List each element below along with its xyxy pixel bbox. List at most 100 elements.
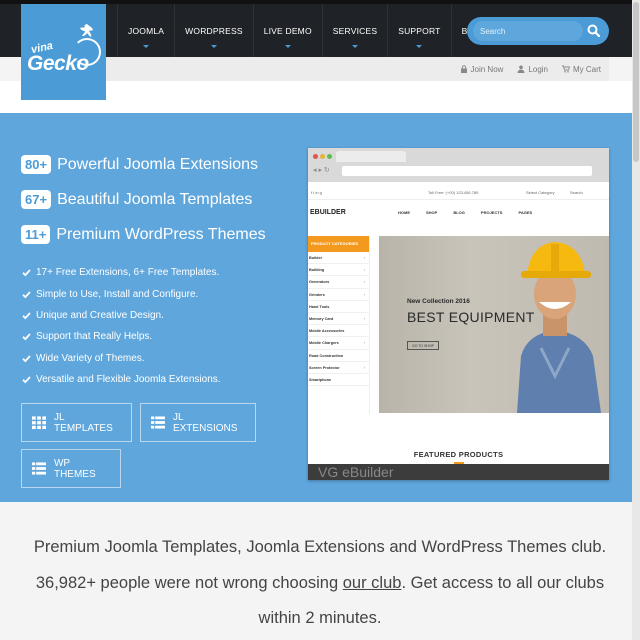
nav-item-services[interactable]: SERVICES (321, 4, 387, 57)
maximize-dot (327, 154, 332, 159)
grid-icon (32, 416, 47, 430)
nav-item-live-demo[interactable]: LIVE DEMO (252, 4, 322, 57)
logo-text-gecko: Gecko (27, 52, 89, 75)
preview-sidebar-item: Grinders › (308, 289, 369, 301)
preview-sidebar-item: Hand Tools (308, 301, 369, 313)
preview-sidebar-item: Smartphone (308, 374, 369, 387)
check-icon (22, 355, 31, 363)
preview-sidebar-title: PRODUCT CATEGORIES (308, 236, 369, 252)
preview-banner: New Collection 2016 BEST EQUIPMENT GO TO… (379, 236, 609, 413)
caret-down-icon (416, 45, 423, 48)
stat-text: Beautiful Joomla Templates (57, 190, 253, 208)
preview-menu-item: SHOP (426, 210, 438, 215)
nav-item-support[interactable]: SUPPORT (387, 4, 450, 57)
check-icon (22, 269, 31, 277)
feature-item: Wide Variety of Themes. (22, 348, 221, 369)
button-label: WP THEMES (53, 457, 96, 480)
login-link[interactable]: Login (517, 65, 548, 74)
scrollbar-thumb[interactable] (633, 2, 639, 162)
join-now-label: Join Now (470, 64, 504, 74)
template-preview[interactable]: ◂ ▸ ↻ f t in g Toll Free: (+00) 123.456.… (308, 148, 609, 480)
nav-label: SERVICES (332, 25, 378, 36)
preview-sidebar-item: Road Construction (308, 350, 369, 362)
nav-label: JOOMLA (128, 25, 165, 36)
feature-text: Wide Variety of Themes. (36, 352, 145, 364)
stat-extensions: 80+ Powerful Joomla Extensions (21, 155, 258, 174)
feature-text: Support that Really Helps. (36, 331, 153, 343)
wp-themes-button[interactable]: WP THEMES (21, 449, 121, 488)
nav-label: SUPPORT (398, 25, 441, 36)
jl-extensions-button[interactable]: JL EXTENSIONS (140, 403, 256, 442)
caret-down-icon (352, 45, 358, 48)
user-icon (517, 65, 525, 73)
feature-text: Simple to Use, Install and Configure. (36, 288, 199, 300)
preview-menu: HOME SHOP BLOG PROJECTS PAGES (398, 210, 532, 215)
browser-chrome: ◂ ▸ ↻ (308, 148, 609, 182)
stat-text: Powerful Joomla Extensions (57, 155, 259, 173)
preview-menu-item: PROJECTS (480, 210, 503, 215)
feature-item: 17+ Free Extensions, 6+ Free Templates. (22, 262, 221, 283)
stat-templates: 67+ Beautiful Joomla Templates (21, 190, 252, 209)
minimize-dot (320, 154, 325, 159)
cart-icon (562, 65, 570, 73)
button-label: JL TEMPLATES (54, 411, 113, 434)
featured-products-heading: FEATURED PRODUCTS (413, 450, 504, 459)
page-scrollbar[interactable] (632, 0, 640, 640)
nav-label: WORDPRESS (185, 25, 243, 36)
tagline-line3: within 2 minutes. (258, 609, 382, 627)
feature-text: 17+ Free Extensions, 6+ Free Templates. (36, 267, 220, 279)
cart-link[interactable]: My Cart (562, 65, 601, 74)
club-tagline: Premium Joomla Templates, Joomla Extensi… (20, 530, 620, 637)
list-icon (151, 416, 165, 429)
preview-search: Search (570, 190, 583, 195)
button-label: JL EXTENSIONS (172, 411, 238, 434)
tagline-line2-pre: 36,982+ people were not wrong choosing (35, 573, 343, 592)
search-box (467, 17, 609, 45)
jl-templates-button[interactable]: JL TEMPLATES (21, 403, 132, 442)
stat-text: Premium WordPress Themes (56, 225, 266, 243)
search-input[interactable] (473, 21, 583, 41)
stat-number: 67+ (21, 190, 52, 209)
site-logo[interactable]: vina Gecko (21, 4, 106, 100)
cart-label: My Cart (573, 64, 601, 74)
nav-item-joomla[interactable]: JOOMLA (117, 4, 174, 57)
nav-label: LIVE DEMO (263, 25, 312, 36)
preview-topbar: f t in g Toll Free: (+00) 123.456.789 Se… (308, 186, 609, 200)
caret-down-icon (143, 45, 150, 48)
preview-menu-item: BLOG (453, 210, 465, 215)
browser-tab (336, 151, 406, 162)
preview-sidebar-item: Screen Protector › (308, 362, 369, 374)
preview-sidebar-item: Generators › (308, 276, 369, 289)
close-dot (313, 154, 318, 159)
feature-item: Simple to Use, Install and Configure. (22, 283, 221, 304)
strip-text: VG eBuilder (318, 464, 394, 480)
nav-item-wordpress[interactable]: WORDPRESS (174, 4, 253, 57)
check-icon (22, 333, 31, 341)
tagline-line2-post: . Get access to all our clubs (401, 573, 605, 592)
feature-item: Support that Really Helps. (22, 326, 221, 347)
preview-menu-item: PAGES (518, 210, 533, 215)
preview-sidebar-item: Mobile Accessories (308, 325, 369, 338)
preview-sidebar-item: Building › (308, 264, 369, 277)
browser-nav-arrows-icon: ◂ ▸ ↻ (313, 167, 330, 174)
preview-sidebar: PRODUCT CATEGORIES Builder › Building › Ge… (308, 236, 370, 414)
feature-text: Unique and Creative Design. (36, 309, 164, 321)
check-icon (22, 312, 31, 320)
banner-title: BEST EQUIPMENT (407, 309, 535, 325)
feature-text: Versatile and Flexible Joomla Extensions… (36, 374, 221, 386)
search-icon[interactable] (586, 23, 602, 39)
tagline-line1: Premium Joomla Templates, Joomla Extensi… (33, 538, 607, 556)
lock-icon (460, 65, 467, 73)
preview-select: Select Category (526, 190, 555, 195)
preview-sidebar-item: Mobile Chargers › (308, 337, 369, 350)
feature-item: Versatile and Flexible Joomla Extensions… (22, 369, 221, 390)
preview-menu-item: HOME (398, 210, 410, 215)
join-now-link[interactable]: Join Now (460, 64, 504, 74)
preview-footer-strip: VG eBuilder (308, 464, 609, 480)
our-club-link[interactable]: our club (343, 574, 402, 592)
stat-number: 80+ (21, 155, 52, 174)
preview-sidebar-item: Memory Card › (308, 313, 369, 326)
address-bar (342, 166, 592, 176)
banner-subtitle: New Collection 2016 (407, 298, 470, 305)
stat-themes: 11+ Premium WordPress Themes (21, 225, 266, 244)
